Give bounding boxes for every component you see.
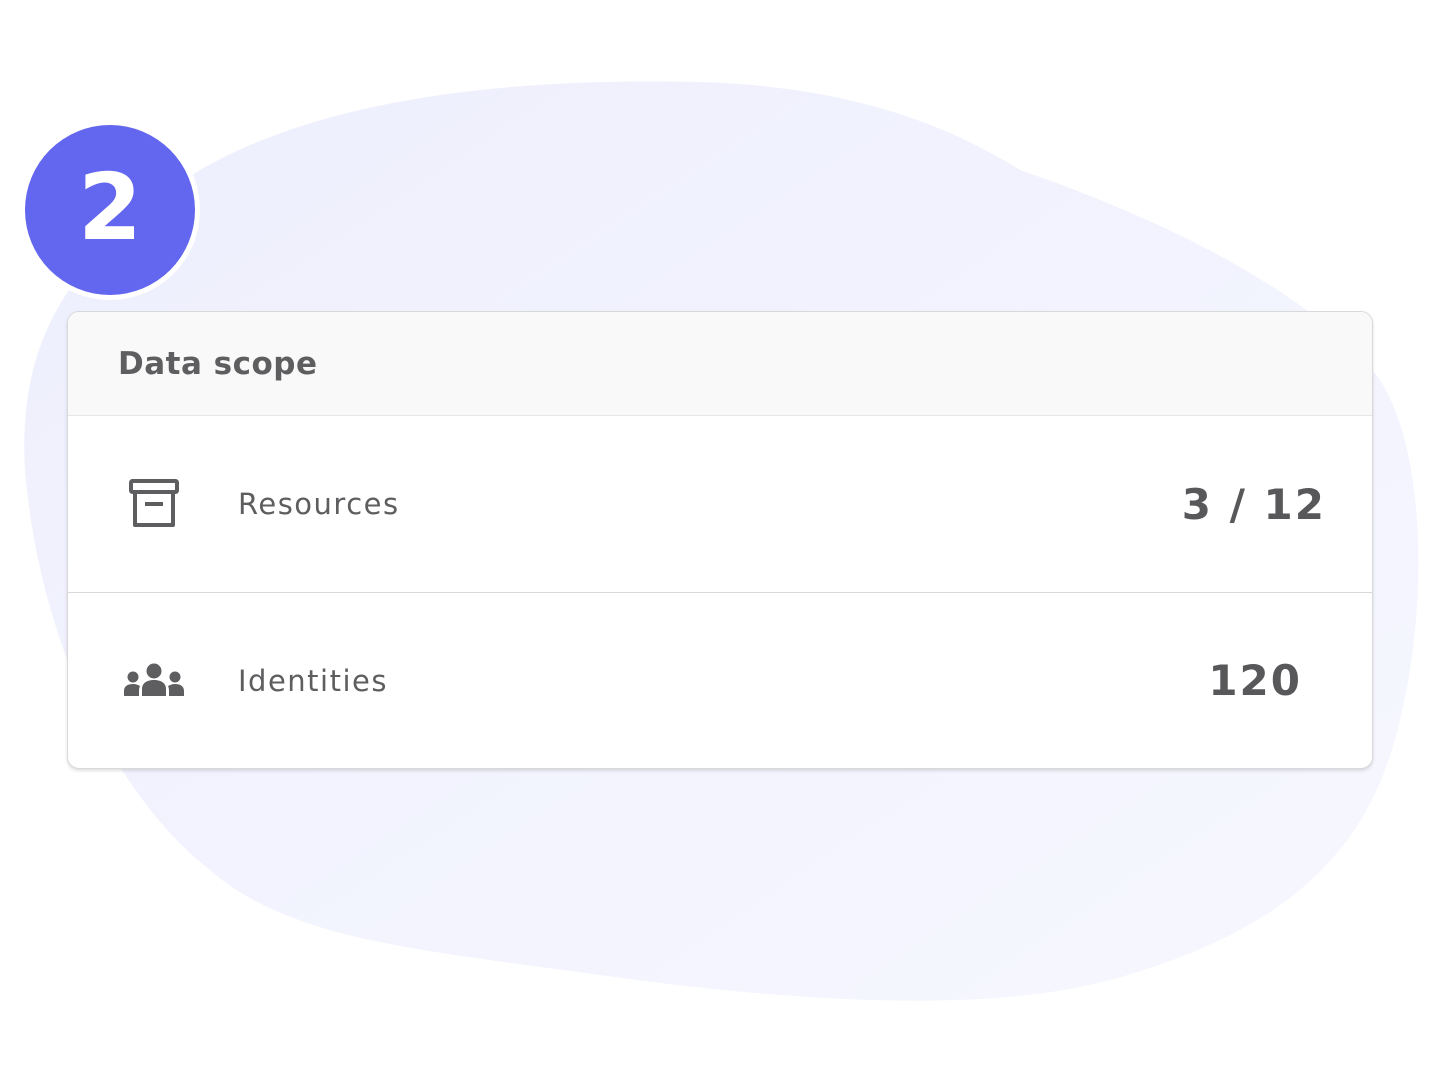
people-group-icon	[123, 650, 185, 712]
step-badge: 2	[20, 120, 200, 300]
data-scope-card: Data scope Resources 3 / 12 Identities 1…	[67, 311, 1373, 769]
resources-row: Resources 3 / 12	[68, 416, 1372, 592]
stage: 2 Data scope Resources 3 / 12 Identities…	[0, 0, 1440, 1080]
card-title: Data scope	[118, 345, 318, 382]
identities-row: Identities 120	[68, 592, 1372, 768]
resources-label: Resources	[238, 487, 400, 521]
step-number: 2	[77, 154, 142, 261]
resources-value: 3 / 12	[1181, 479, 1326, 529]
step-badge-circle: 2	[25, 125, 195, 295]
archive-box-icon	[123, 473, 185, 535]
card-header: Data scope	[68, 312, 1372, 416]
identities-value: 120	[1208, 656, 1302, 705]
identities-label: Identities	[238, 663, 388, 698]
